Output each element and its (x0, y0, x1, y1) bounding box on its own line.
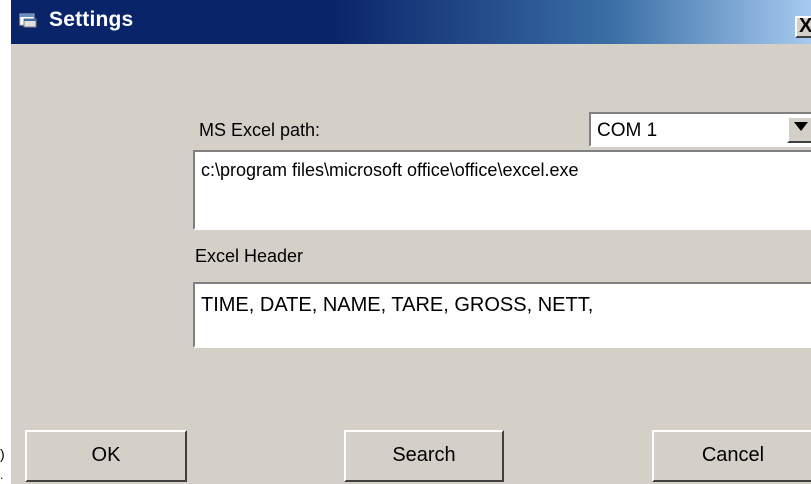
background-fragment-2: . (0, 468, 4, 482)
chevron-down-icon (794, 122, 808, 131)
port-select-value: COM 1 (597, 120, 658, 141)
port-select[interactable]: COM 1 (589, 112, 811, 147)
background-fragment: ) (0, 446, 5, 462)
window-title: Settings (49, 8, 134, 31)
cancel-button-label: Cancel (701, 444, 765, 466)
settings-dialog: Settings X MS Excel path: COM 1 c:\progr… (11, 0, 811, 484)
excel-header-label: Excel Header (195, 246, 304, 266)
cancel-button[interactable]: Cancel (652, 430, 811, 482)
app-window-icon (19, 13, 37, 28)
close-icon: X (799, 15, 811, 37)
excel-path-label: MS Excel path: (199, 120, 321, 140)
search-button[interactable]: Search (344, 430, 504, 482)
ok-button[interactable]: OK (25, 430, 187, 482)
excel-path-value: c:\program files\microsoft office\office… (201, 160, 579, 180)
excel-header-value: TIME, DATE, NAME, TARE, GROSS, NETT, (201, 294, 594, 316)
title-bar[interactable]: Settings X (11, 0, 811, 44)
close-button[interactable]: X (795, 15, 811, 38)
search-button-label: Search (392, 444, 456, 466)
excel-header-input[interactable]: TIME, DATE, NAME, TARE, GROSS, NETT, (193, 282, 811, 348)
ok-button-label: OK (91, 444, 121, 466)
dropdown-button[interactable] (787, 116, 811, 143)
excel-path-input[interactable]: c:\program files\microsoft office\office… (193, 150, 811, 230)
